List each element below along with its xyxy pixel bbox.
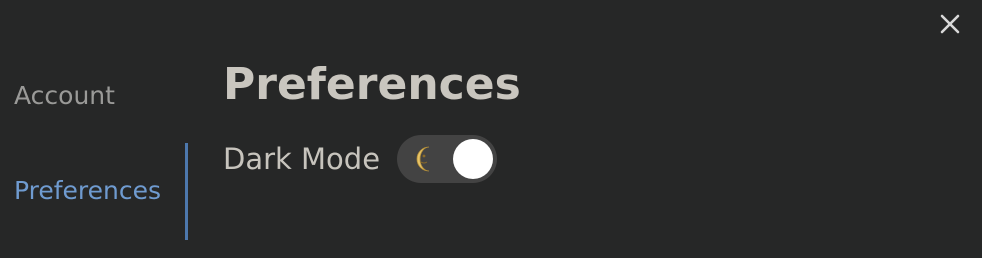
active-tab-indicator [185, 143, 188, 240]
preferences-panel: Preferences Dark Mode [223, 0, 982, 258]
page-title: Preferences [223, 59, 521, 110]
sidebar-item-preferences[interactable]: Preferences [14, 176, 161, 206]
dark-mode-toggle[interactable] [397, 135, 498, 183]
sidebar-item-account[interactable]: Account [14, 81, 115, 111]
dark-mode-label: Dark Mode [223, 142, 381, 176]
settings-sidebar: Account Preferences [0, 0, 190, 258]
toggle-knob [453, 139, 494, 179]
dark-mode-setting: Dark Mode [223, 134, 498, 184]
moon-icon [415, 145, 437, 173]
